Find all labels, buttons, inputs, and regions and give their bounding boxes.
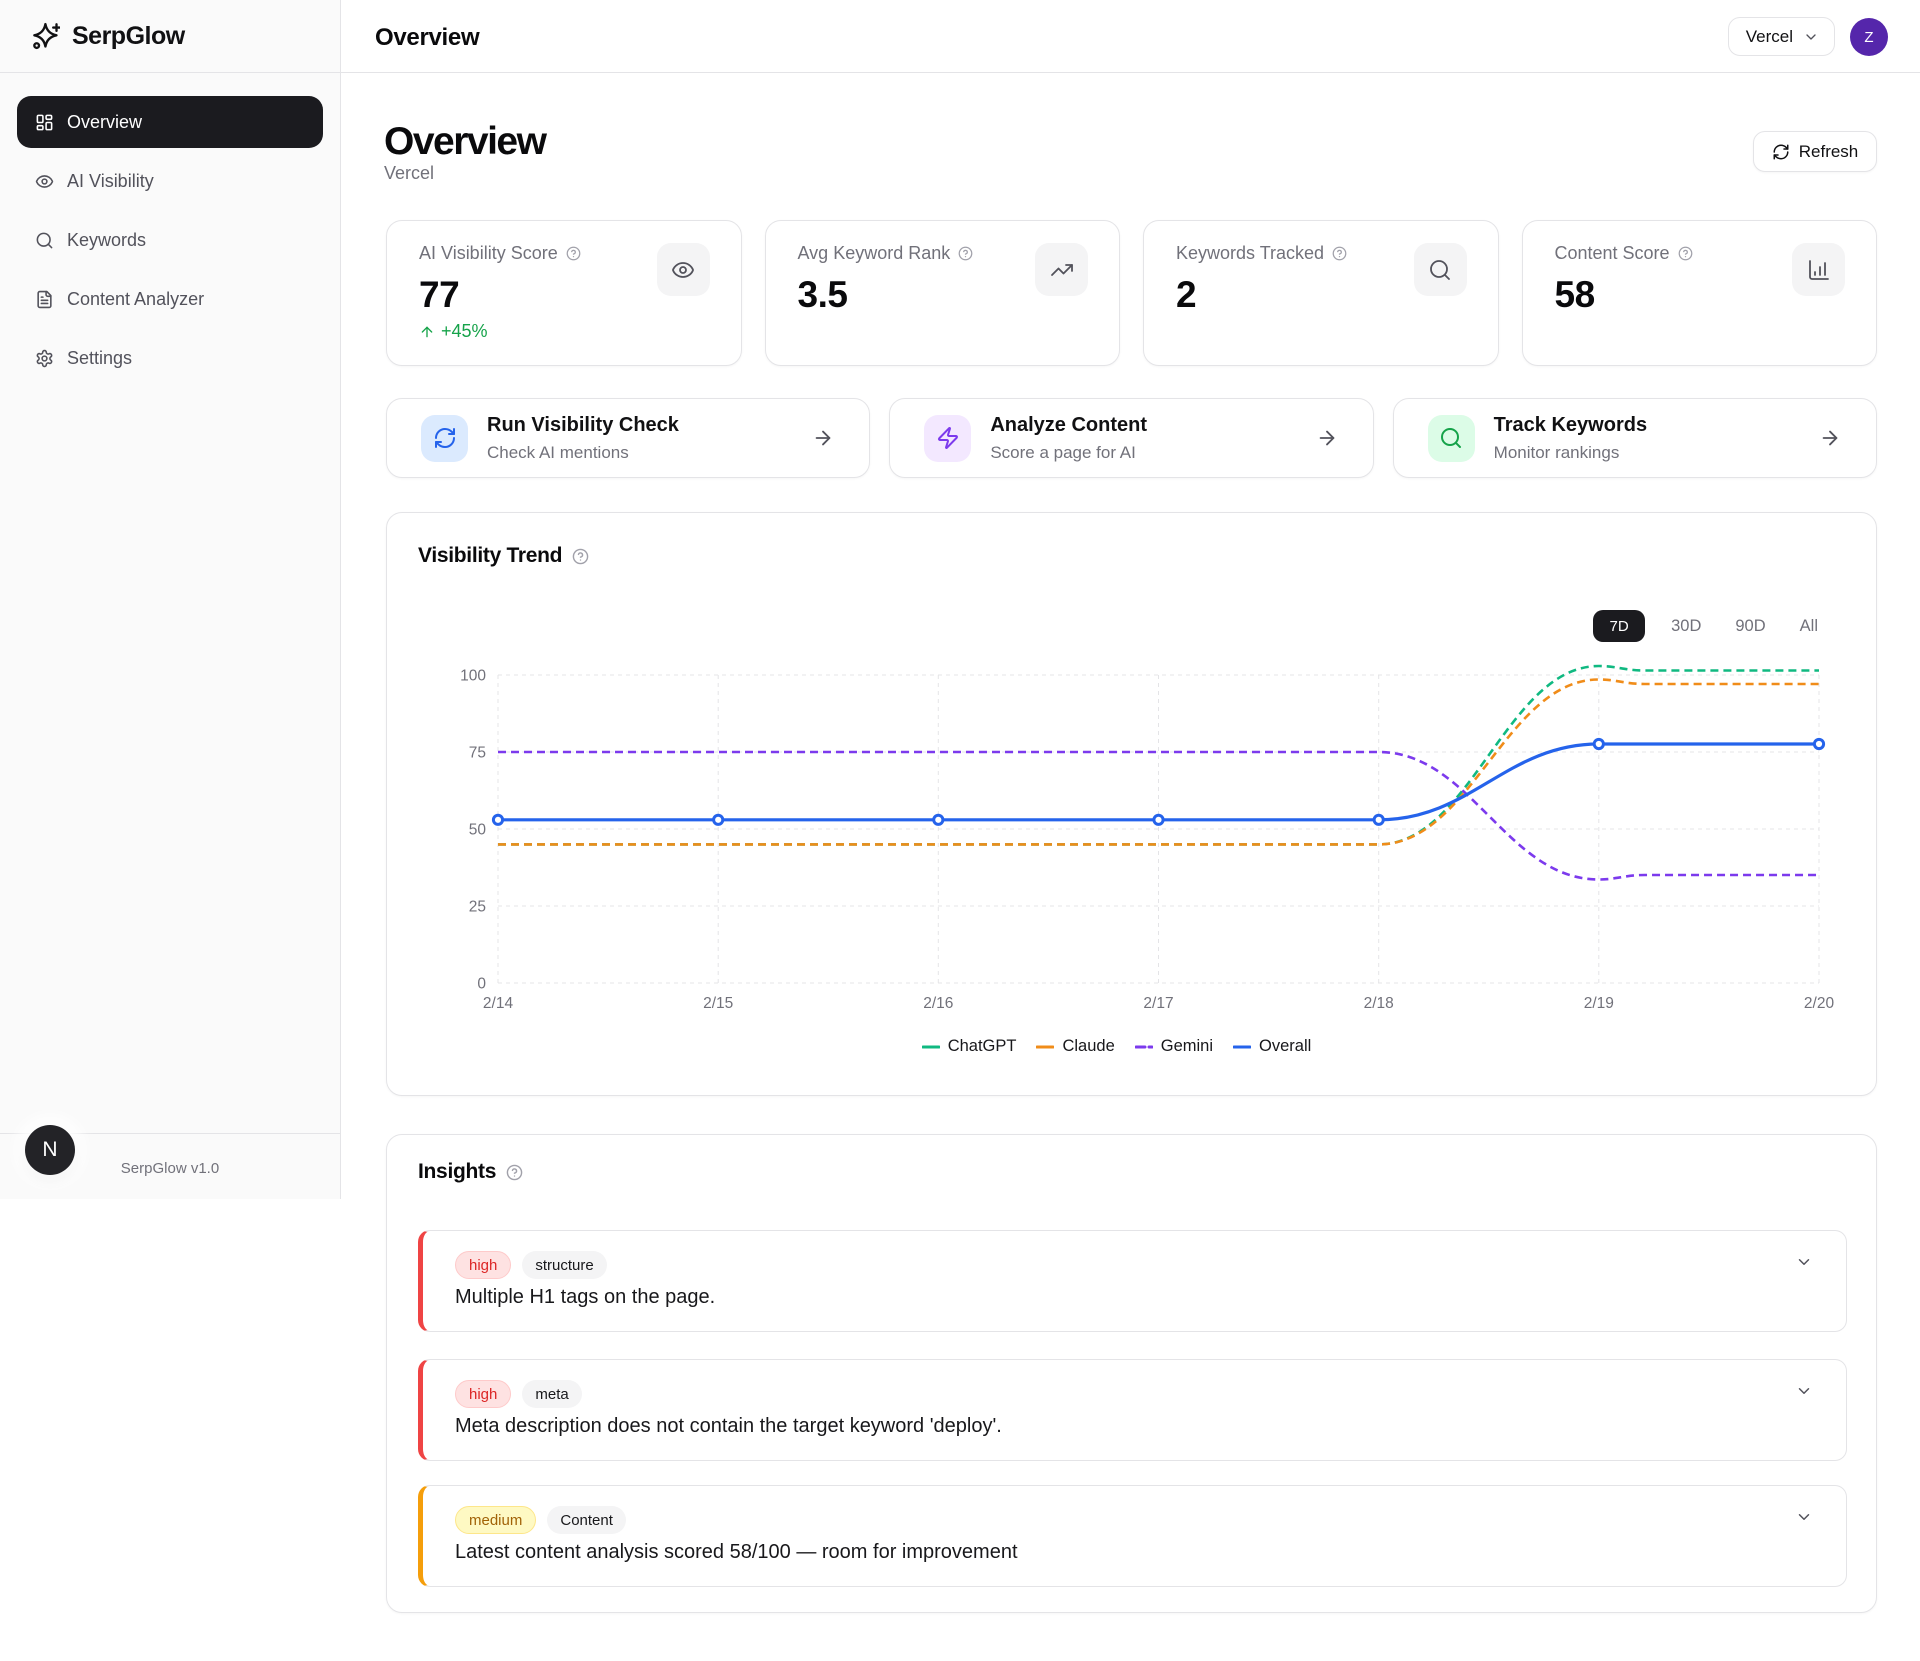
svg-text:2/19: 2/19 bbox=[1584, 995, 1614, 1012]
svg-text:2/20: 2/20 bbox=[1804, 995, 1835, 1012]
svg-text:50: 50 bbox=[469, 822, 487, 839]
svg-text:75: 75 bbox=[469, 745, 486, 762]
svg-text:2/15: 2/15 bbox=[703, 995, 733, 1012]
svg-text:100: 100 bbox=[460, 668, 486, 685]
svg-text:25: 25 bbox=[469, 899, 486, 916]
svg-text:0: 0 bbox=[477, 976, 486, 993]
svg-text:2/17: 2/17 bbox=[1143, 995, 1173, 1012]
svg-text:2/14: 2/14 bbox=[483, 995, 514, 1012]
svg-text:2/18: 2/18 bbox=[1364, 995, 1394, 1012]
svg-text:2/16: 2/16 bbox=[923, 995, 953, 1012]
